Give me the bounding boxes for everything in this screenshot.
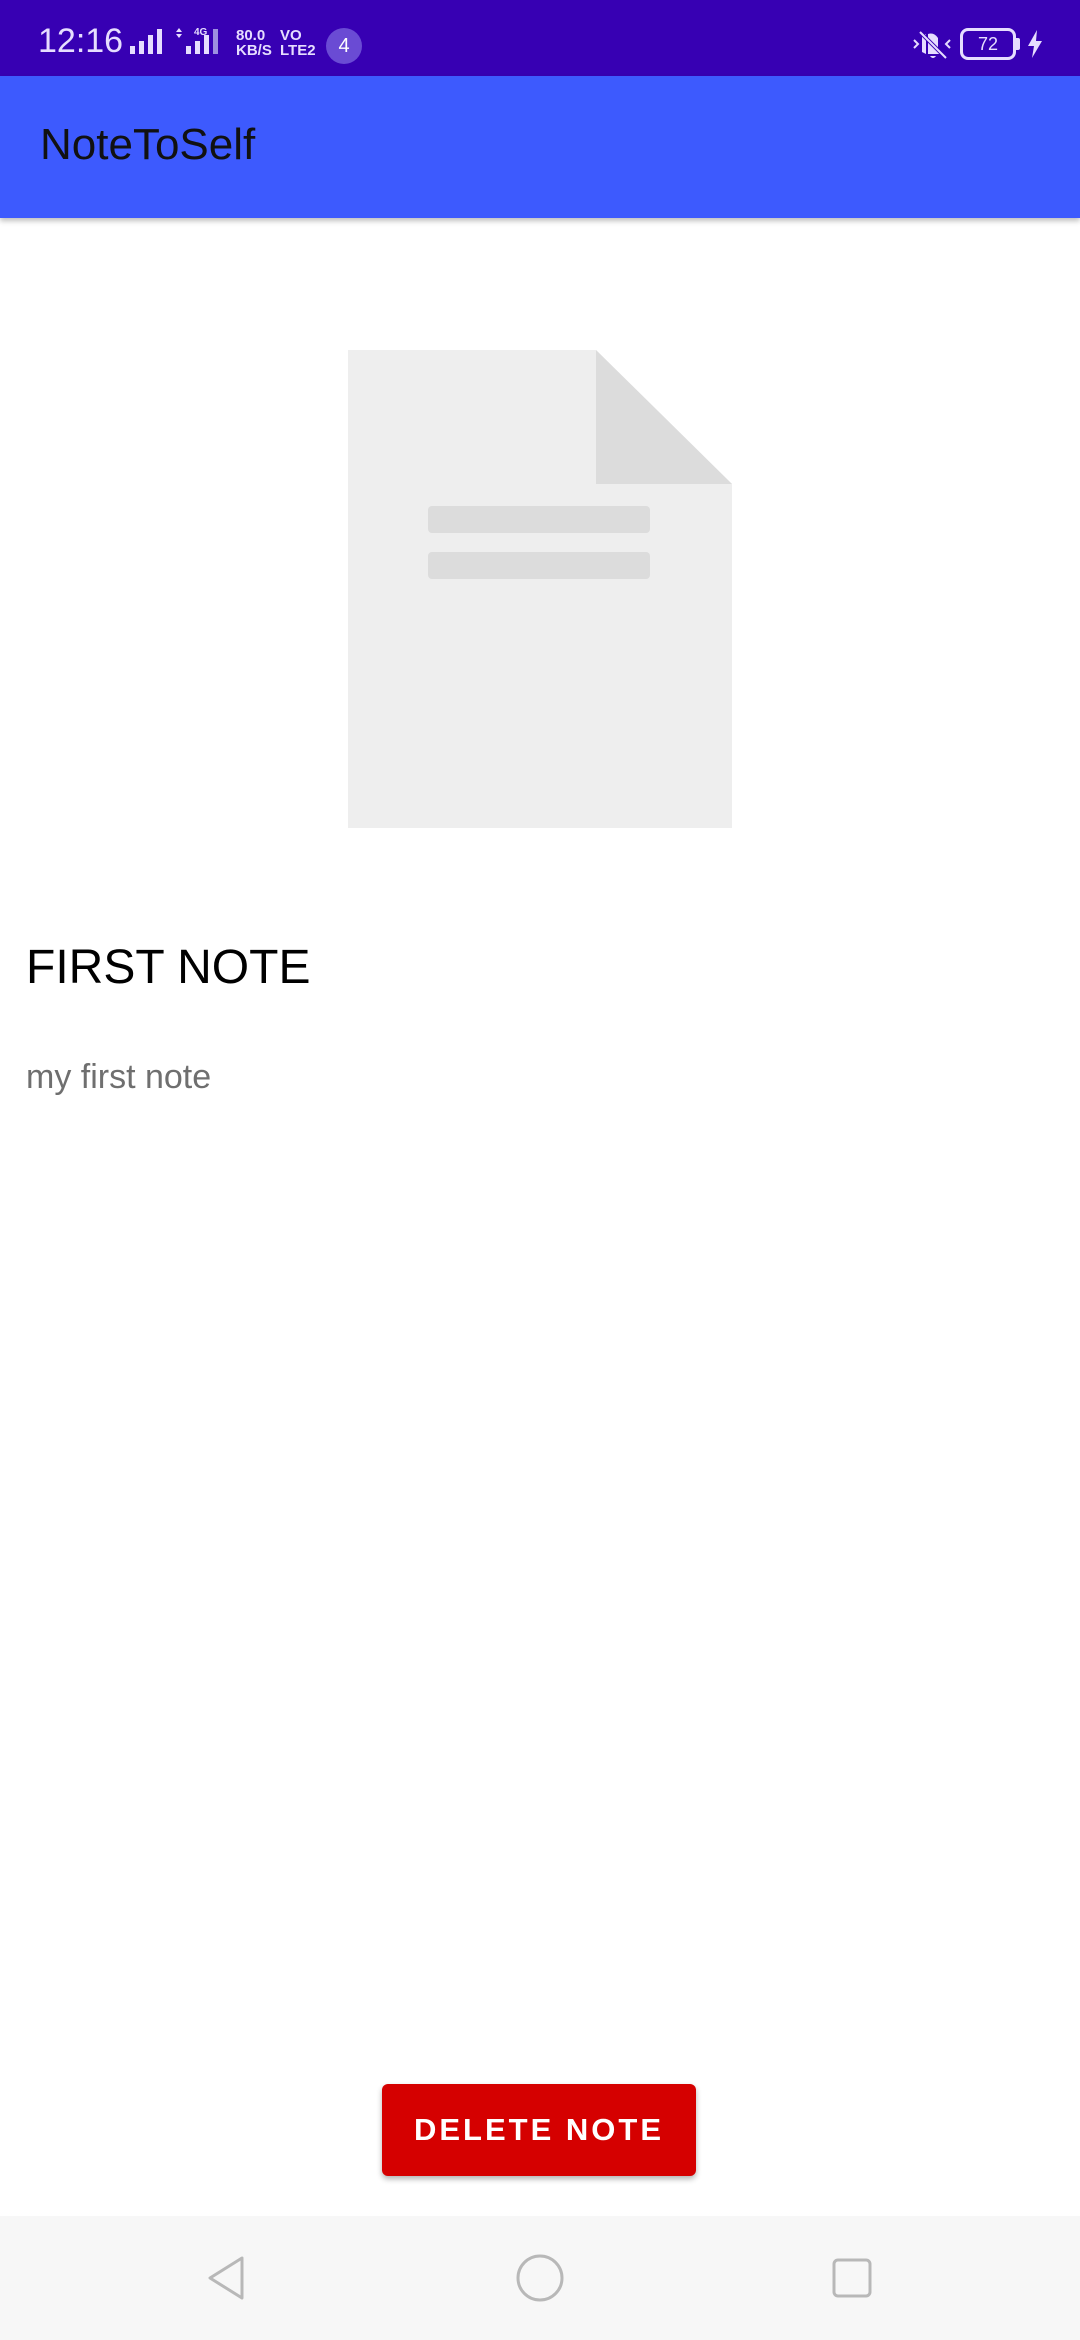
charging-icon — [1028, 30, 1042, 58]
signal-4g-icon: 4G — [176, 27, 218, 54]
status-time: 12:16 — [38, 22, 124, 60]
signal-icon — [130, 29, 162, 54]
screen: 12:16 4G 80.0 KB/S VO LTE2 4 72 NoteToSe… — [0, 0, 1080, 2340]
volte-indicator: VO LTE2 — [280, 28, 316, 58]
document-placeholder-icon — [348, 350, 732, 828]
recents-icon[interactable] — [822, 2248, 882, 2308]
volte-top: VO — [280, 27, 302, 44]
net-speed-unit: KB/S — [236, 42, 272, 59]
delete-note-button[interactable]: DELETE NOTE — [382, 2084, 696, 2176]
navigation-bar — [0, 2216, 1080, 2340]
note-title: FIRST NOTE — [26, 941, 311, 994]
home-icon[interactable] — [510, 2248, 570, 2308]
app-title: NoteToSelf — [40, 120, 256, 169]
status-bar: 12:16 4G 80.0 KB/S VO LTE2 4 72 — [0, 0, 1080, 76]
notification-count-badge: 4 — [326, 28, 362, 64]
net-speed-value: 80.0 — [236, 27, 266, 44]
volte-bottom: LTE2 — [280, 42, 316, 59]
back-icon[interactable] — [198, 2248, 258, 2308]
note-body: my first note — [26, 1058, 212, 1096]
mute-icon — [913, 30, 951, 60]
battery-icon: 72 — [960, 28, 1016, 60]
battery-tip — [1016, 38, 1020, 50]
net-speed: 80.0 KB/S — [236, 28, 272, 58]
app-bar: NoteToSelf — [0, 76, 1080, 218]
